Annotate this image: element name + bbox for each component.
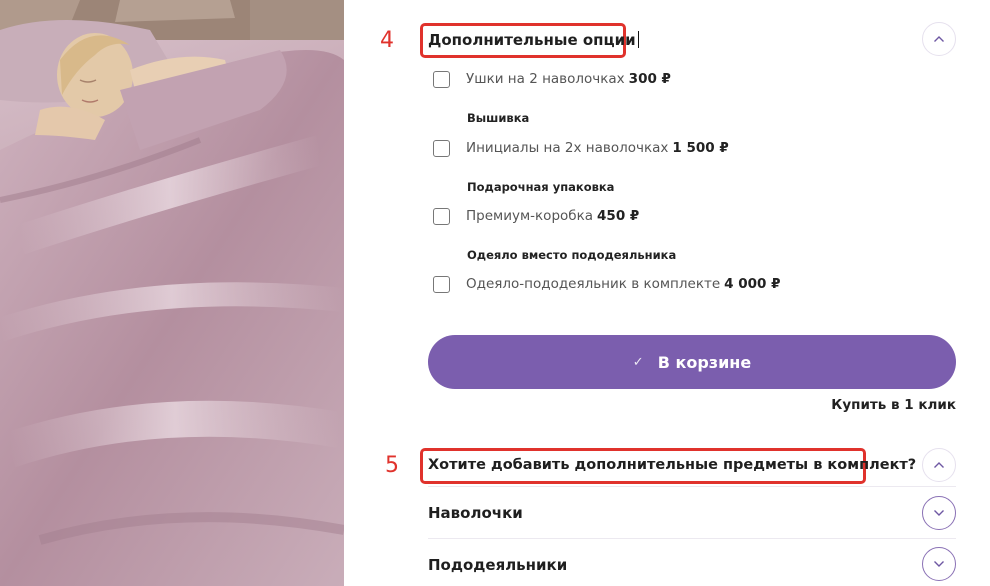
- group-label-blanket: Одеяло вместо пододеяльника: [467, 248, 677, 262]
- option-name: Одеяло-пододеяльник в комплекте: [466, 276, 721, 292]
- chevron-up-icon: [934, 36, 944, 42]
- buy-one-click-link[interactable]: Купить в 1 клик: [831, 397, 956, 413]
- option-checkbox[interactable]: [433, 207, 450, 225]
- option-checkbox[interactable]: [433, 70, 450, 88]
- annotation-step-5: 5: [385, 453, 399, 478]
- expand-duvet-covers-button[interactable]: [922, 547, 956, 581]
- chevron-up-icon: [934, 462, 944, 468]
- collapse-options-button[interactable]: [922, 22, 956, 56]
- divider: [428, 538, 956, 539]
- option-name: Премиум-коробка: [466, 208, 594, 224]
- group-label-gift-wrap: Подарочная упаковка: [467, 180, 615, 194]
- option-price: 450 ₽: [597, 208, 640, 224]
- option-price: 1 500 ₽: [672, 140, 729, 156]
- expand-pillowcases-button[interactable]: [922, 496, 956, 530]
- divider: [428, 486, 956, 487]
- option-name: Инициалы на 2х наволочках: [466, 140, 669, 156]
- option-label: Премиум-коробка 450 ₽: [466, 208, 639, 224]
- option-checkbox[interactable]: [433, 139, 450, 157]
- option-label: Одеяло-пододеяльник в комплекте 4 000 ₽: [466, 276, 781, 292]
- option-row: Одеяло-пододеяльник в комплекте 4 000 ₽: [433, 274, 781, 294]
- section-title-extra-items: Хотите добавить дополнительные предметы …: [428, 457, 917, 473]
- option-label: Инициалы на 2х наволочках 1 500 ₽: [466, 140, 729, 156]
- chevron-down-icon: [934, 510, 944, 516]
- accordion-item-duvet-covers[interactable]: Пододеяльники: [428, 556, 567, 574]
- checkmark-icon: ✓: [632, 354, 644, 370]
- bedding-illustration: [0, 0, 344, 586]
- section-title-options: Дополнительные опции: [428, 31, 639, 49]
- in-cart-button[interactable]: ✓ В корзине: [428, 335, 956, 389]
- option-name: Ушки на 2 наволочках: [466, 71, 625, 87]
- accordion-item-pillowcases[interactable]: Наволочки: [428, 504, 523, 522]
- annotation-step-4: 4: [380, 28, 394, 53]
- option-label: Ушки на 2 наволочках 300 ₽: [466, 71, 671, 87]
- option-row: Инициалы на 2х наволочках 1 500 ₽: [433, 138, 729, 158]
- product-photo: [0, 0, 344, 586]
- chevron-down-icon: [934, 561, 944, 567]
- collapse-extra-items-button[interactable]: [922, 448, 956, 482]
- option-row: Ушки на 2 наволочках 300 ₽: [433, 69, 671, 89]
- in-cart-label: В корзине: [657, 352, 752, 372]
- option-price: 300 ₽: [628, 71, 671, 87]
- option-row: Премиум-коробка 450 ₽: [433, 206, 639, 226]
- option-checkbox[interactable]: [433, 275, 450, 293]
- option-price: 4 000 ₽: [724, 276, 781, 292]
- product-options-panel: 4 Дополнительные опции Ушки на 2 наволоч…: [344, 0, 990, 586]
- text-cursor: [637, 31, 639, 48]
- group-label-embroidery: Вышивка: [467, 111, 530, 125]
